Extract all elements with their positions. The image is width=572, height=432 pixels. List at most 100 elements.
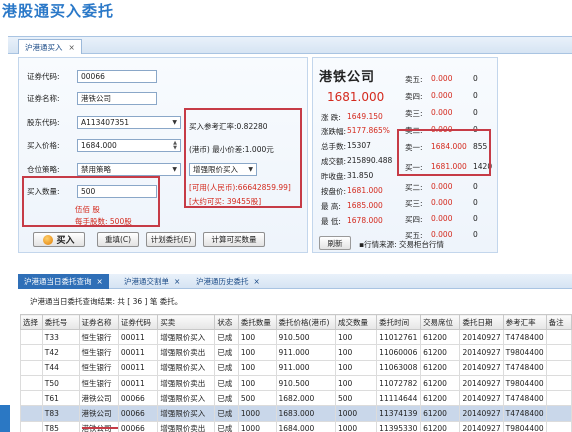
table-cell: 61200 bbox=[420, 390, 461, 407]
quote-prev-close: 昨收盘: 31.850 bbox=[321, 171, 374, 181]
table-cell: T44 bbox=[41, 359, 80, 376]
col-header[interactable]: 委托时间 bbox=[376, 314, 422, 330]
col-header[interactable]: 成交数量 bbox=[335, 314, 378, 330]
col-header[interactable]: 选择 bbox=[20, 314, 43, 330]
table-cell: 增强限价买入 bbox=[157, 390, 216, 407]
col-header[interactable]: 委托数量 bbox=[237, 314, 277, 330]
price-stepper[interactable]: 1684.000 ▲ ▼ bbox=[77, 139, 181, 152]
col-header[interactable]: 委托日期 bbox=[459, 314, 504, 330]
strategy-row: 仓位策略: 禁用策略 ▼ bbox=[27, 163, 181, 176]
spinner-icon[interactable]: ▲ ▼ bbox=[173, 140, 177, 151]
price-row: 买入价格: 1684.000 ▲ ▼ bbox=[27, 139, 181, 152]
table-cell: 00066 bbox=[117, 390, 159, 407]
table-cell: 00066 bbox=[117, 420, 159, 432]
table-cell: 1000 bbox=[335, 405, 378, 422]
plan-order-button[interactable]: 计划委托(E) bbox=[146, 232, 196, 247]
table-cell: 1000 bbox=[335, 420, 378, 432]
table-cell: 增强限价卖出 bbox=[157, 420, 216, 432]
col-header[interactable]: 状态 bbox=[214, 314, 239, 330]
tab-history-orders[interactable]: 沪港通历史委托 × bbox=[190, 274, 266, 289]
col-header[interactable]: 买卖 bbox=[157, 314, 216, 330]
table-cell: 增强限价买入 bbox=[157, 405, 216, 422]
col-header[interactable]: 委托价格(港币) bbox=[275, 314, 337, 330]
buy-label: 买入 bbox=[56, 236, 75, 246]
table-cell: 恒生银行 bbox=[78, 359, 119, 376]
book-ask4: 卖四: 0.000 0 bbox=[405, 91, 478, 101]
reset-button[interactable]: 重填(C) bbox=[97, 232, 139, 247]
table-cell: 20140927 bbox=[459, 328, 504, 346]
table-cell: 1682.000 bbox=[275, 390, 337, 407]
col-header[interactable]: 证券代码 bbox=[117, 314, 159, 330]
table-cell bbox=[545, 328, 572, 346]
table-cell: 500 bbox=[237, 390, 277, 407]
table-cell: 20140927 bbox=[459, 420, 504, 432]
quote-source: ▪行情来源: 交易柜台行情 bbox=[359, 240, 444, 249]
refresh-button[interactable]: 刷新 bbox=[319, 236, 351, 250]
table-cell: 61200 bbox=[420, 328, 461, 346]
col-header[interactable]: 交易席位 bbox=[420, 314, 461, 330]
table-cell: 61200 bbox=[420, 359, 461, 376]
table-row[interactable]: T50 恒生银行 00011 增强限价卖出 已成 100 910.500 100 1107278… bbox=[20, 374, 572, 392]
table-cell: 已成 bbox=[214, 359, 239, 376]
table-cell: 100 bbox=[335, 359, 378, 376]
annotation-box-qty bbox=[22, 176, 160, 227]
table-cell: 910.500 bbox=[275, 328, 337, 346]
name-field: 港铁公司 bbox=[77, 92, 157, 105]
tab-today-orders[interactable]: 沪港通当日委托查询 × bbox=[18, 274, 109, 289]
table-cell: T42 bbox=[41, 344, 80, 361]
col-header[interactable]: 参考汇率 bbox=[502, 314, 547, 330]
table-cell: 增强限价买入 bbox=[157, 328, 216, 346]
quote-high: 最 高: 1685.000 bbox=[321, 201, 383, 211]
tab-delivery[interactable]: 沪港通交割单 × bbox=[118, 274, 186, 289]
annotation-box-rate bbox=[184, 108, 302, 208]
table-cell: 恒生银行 bbox=[78, 344, 119, 361]
bottom-tab-strip: 沪港通当日委托查询 × 沪港通交割单 × 沪港通历史委托 × bbox=[18, 274, 572, 289]
buy-button[interactable]: 买入 bbox=[33, 232, 85, 247]
table-cell: 港铁公司 bbox=[78, 405, 119, 422]
table-cell: 已成 bbox=[214, 405, 239, 422]
price-label: 买入价格: bbox=[27, 141, 60, 150]
table-cell: 增强限价卖出 bbox=[157, 344, 216, 361]
table-cell: T83 bbox=[41, 405, 80, 422]
quote-change-pct: 涨跌幅: 5177.865% bbox=[321, 126, 390, 136]
col-header[interactable]: 备注 bbox=[545, 314, 572, 330]
table-cell: 11114644 bbox=[376, 390, 422, 407]
table-cell: 100 bbox=[237, 344, 277, 361]
top-tab-strip: 沪港通买入 × bbox=[8, 36, 572, 54]
chevron-down-icon[interactable]: ▼ bbox=[172, 119, 177, 126]
close-icon[interactable]: × bbox=[69, 43, 75, 52]
code-input[interactable]: 00066 bbox=[77, 70, 157, 83]
table-row[interactable]: T33 恒生银行 00011 增强限价买入 已成 100 910.500 100 1101276… bbox=[20, 328, 572, 346]
table-header-row: 选择 委托号 证券名称 证券代码 买卖 状态 委托数量 委托价格(港币) 成交数… bbox=[20, 314, 572, 330]
table-cell: 20140927 bbox=[459, 344, 504, 361]
table-row[interactable]: T44 恒生银行 00011 增强限价买入 已成 100 911.000 100 1106300… bbox=[20, 359, 572, 376]
table-row[interactable]: T83 港铁公司 00066 增强限价买入 已成 1000 1683.000 1000 1137… bbox=[20, 405, 572, 422]
tab-hk-buy[interactable]: 沪港通买入 × bbox=[18, 39, 82, 54]
close-icon[interactable]: × bbox=[174, 277, 180, 286]
table-cell bbox=[20, 359, 43, 376]
strategy-select[interactable]: 禁用策略 ▼ bbox=[77, 163, 181, 176]
col-header[interactable]: 委托号 bbox=[41, 314, 80, 330]
code-row: 证券代码: 00066 bbox=[27, 70, 157, 83]
buy-icon bbox=[43, 234, 54, 245]
strategy-label: 仓位策略: bbox=[27, 165, 60, 174]
close-icon[interactable]: × bbox=[254, 277, 260, 286]
calc-qty-button[interactable]: 计算可买数量 bbox=[203, 232, 265, 247]
table-cell: T4748400 bbox=[502, 405, 547, 422]
table-cell: 61200 bbox=[420, 374, 461, 392]
table-cell: 100 bbox=[335, 374, 378, 392]
table-cell: 已成 bbox=[214, 420, 239, 432]
table-cell: 61200 bbox=[420, 344, 461, 361]
table-row[interactable]: T42 恒生银行 00011 增强限价卖出 已成 100 911.000 100 1106000… bbox=[20, 344, 572, 361]
chevron-down-icon[interactable]: ▼ bbox=[172, 166, 177, 173]
table-cell: 20140927 bbox=[459, 405, 504, 422]
table-cell bbox=[20, 344, 43, 361]
col-header[interactable]: 证券名称 bbox=[78, 314, 119, 330]
account-select[interactable]: A113407351 ▼ bbox=[77, 116, 181, 129]
table-row[interactable]: T61 港铁公司 00066 增强限价买入 已成 500 1682.000 500 111146… bbox=[20, 390, 572, 407]
table-cell: 11012761 bbox=[376, 328, 422, 346]
table-cell: 11060006 bbox=[376, 344, 422, 361]
table-cell: T9804400 bbox=[502, 344, 547, 361]
table-cell: 1684.000 bbox=[275, 420, 337, 432]
close-icon[interactable]: × bbox=[97, 277, 103, 286]
